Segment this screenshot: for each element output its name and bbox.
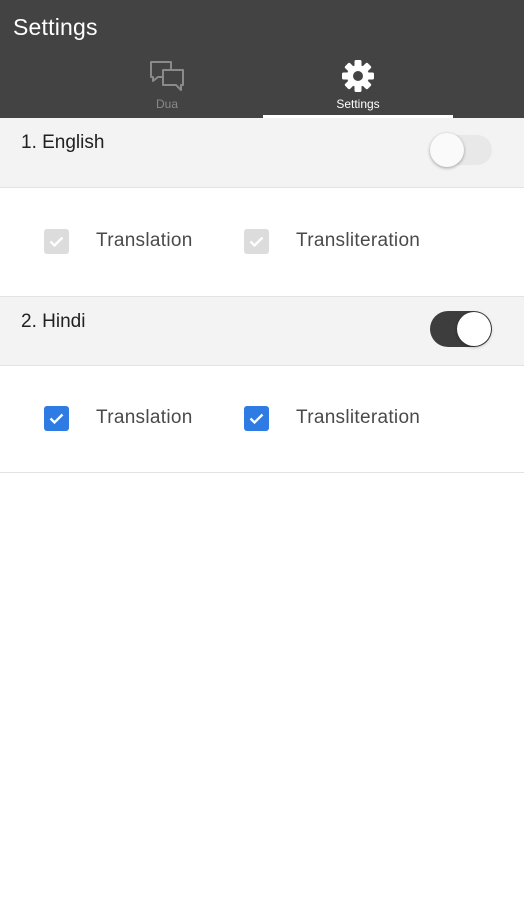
app-bar: Settings Dua Settings <box>0 0 524 118</box>
checkmark-icon <box>49 236 64 248</box>
checkmark-icon <box>249 236 264 248</box>
chat-bubbles-icon <box>150 61 184 91</box>
gear-icon <box>342 60 374 92</box>
english-translation-checkbox[interactable] <box>44 229 69 254</box>
checkmark-icon <box>49 413 64 425</box>
tab-dua[interactable]: Dua <box>72 56 262 118</box>
tab-label-dua: Dua <box>155 97 178 111</box>
english-transliteration-checkbox[interactable] <box>244 229 269 254</box>
hindi-options: Translation Transliteration <box>0 366 524 473</box>
hindi-translation-checkbox[interactable] <box>44 406 69 431</box>
option-label: Transliteration <box>296 230 421 251</box>
option-label: Translation <box>96 230 193 251</box>
hindi-toggle-switch[interactable] <box>430 310 492 347</box>
option-label: Transliteration <box>296 407 421 428</box>
language-title: 1. English <box>21 132 105 153</box>
english-toggle-switch[interactable] <box>430 131 492 167</box>
tab-settings[interactable]: Settings <box>263 56 453 118</box>
checkmark-icon <box>249 413 264 425</box>
language-title: 2. Hindi <box>21 311 86 332</box>
toggle-thumb <box>430 133 464 167</box>
language-header-hindi: 2. Hindi <box>0 296 524 366</box>
english-options: Translation Transliteration <box>0 189 524 296</box>
language-header-english: 1. English <box>0 118 524 188</box>
toggle-thumb <box>457 312 491 346</box>
page-title: Settings <box>13 14 98 40</box>
tab-label-settings: Settings <box>336 97 380 111</box>
hindi-transliteration-checkbox[interactable] <box>244 406 269 431</box>
option-label: Translation <box>96 407 193 428</box>
